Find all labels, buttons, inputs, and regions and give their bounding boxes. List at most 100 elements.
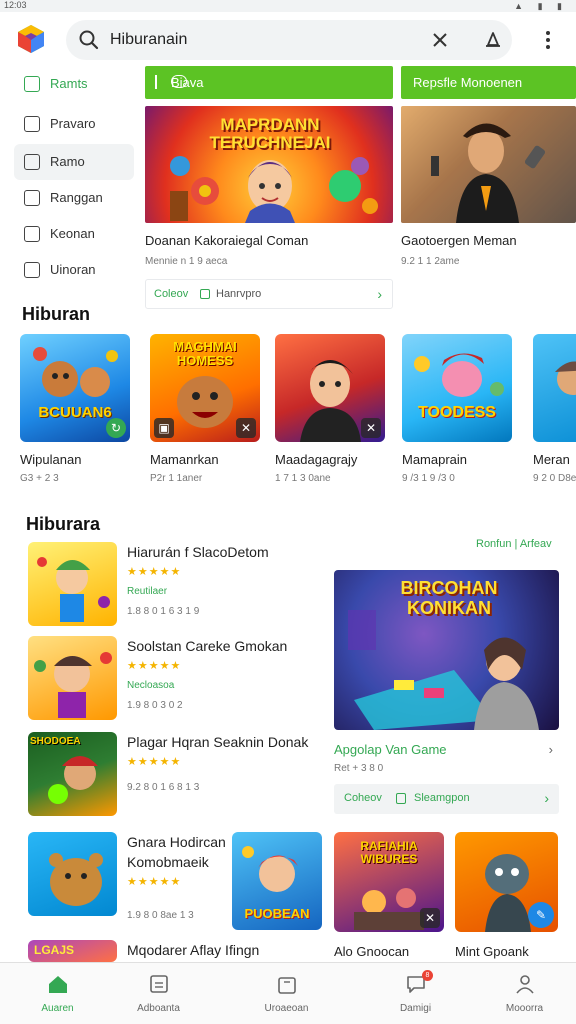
- nav-label: Mooorra: [505, 1003, 544, 1014]
- feature-title-text: Apgolap Van Game: [334, 742, 447, 757]
- list-item-title: Mqodarer Aflay Ifingn: [127, 940, 327, 960]
- pin-icon: [155, 75, 165, 89]
- list-item-meta: 1.9 8 0 3 0 2: [127, 700, 183, 711]
- game-tile[interactable]: RAFIAHIA WIBURES ✕ Alo Gnoocan: [334, 832, 444, 959]
- edit-icon: [24, 190, 40, 206]
- star-rating: ★★★★★: [127, 756, 182, 768]
- game-tile[interactable]: BCUUAN6 ↻ Wipulanan G3 + 2 3: [20, 334, 130, 484]
- game-artwork: [533, 334, 576, 442]
- banner-title: Doanan Kakoraiegal Coman: [145, 233, 309, 248]
- search-icon: [79, 30, 99, 50]
- list-item-meta: 1.9 8 0 8ae 1 3: [127, 910, 194, 921]
- game-name: Mamaprain: [402, 452, 468, 467]
- star-rating: ★★★★★: [127, 566, 182, 578]
- calendar-icon: [200, 289, 210, 299]
- game-name: Meran: [533, 452, 570, 467]
- sidebar-item-label: Pravaro: [50, 116, 96, 131]
- star-rating: ★★★★★: [127, 876, 182, 888]
- sidebar-item-keonan[interactable]: Keonan: [14, 216, 134, 252]
- sidebar-item-home[interactable]: Ramts: [14, 66, 134, 102]
- play-badge-icon: ↻: [106, 418, 126, 438]
- list-item-title: Plagar Hqran Seaknin Donak ★★★★★ 9.2 8 0…: [127, 732, 327, 798]
- game-tile[interactable]: TOODESS Mamaprain 9 /3 1 9 /3 0: [402, 334, 512, 484]
- banner-artwork[interactable]: [401, 106, 576, 223]
- sidebar-item-pravaro[interactable]: Pravaro: [14, 106, 134, 142]
- controller-icon: ▣: [154, 418, 174, 438]
- featured-game-card[interactable]: BIRCOHAN KONIKAN Apgolap Van Game › Ret …: [334, 570, 559, 814]
- feature-footer[interactable]: Coheov Sleamgpon ›: [334, 784, 559, 814]
- voice-search-icon[interactable]: [482, 29, 504, 51]
- game-artwork: BCUUAN6 ↻: [20, 334, 130, 442]
- chevron-right-icon[interactable]: ›: [549, 742, 553, 757]
- game-artwork: [28, 542, 117, 626]
- list-item-meta: 9.2 8 0 1 6 8 1 3: [127, 782, 200, 793]
- banner-footer[interactable]: Coleov Hanrvpro ›: [145, 279, 393, 309]
- nav-label: Auaren: [41, 1003, 74, 1014]
- game-tile[interactable]: ✎ Mint Gpoank: [455, 832, 558, 959]
- see-all-link[interactable]: Ronfun | Arfeav: [476, 538, 552, 550]
- banner-header: Repsfle Monoenen: [401, 66, 576, 99]
- game-illustration: [37, 557, 110, 622]
- game-tile[interactable]: Meran 9 2 0 D8e: [533, 334, 576, 484]
- list-item-title-text: Mqodarer Aflay Ifingn: [127, 942, 260, 958]
- nav-messages[interactable]: 8 Damigi: [358, 963, 473, 1024]
- apps-icon: [150, 975, 168, 993]
- game-illustration: [49, 853, 103, 906]
- game-art-title: MAGHMAI HOMESS: [173, 339, 237, 368]
- game-artwork: SHODOEA: [28, 732, 117, 816]
- top-bar: Hiburanain: [0, 14, 576, 66]
- search-input[interactable]: Hiburanain: [110, 31, 187, 49]
- status-time: 12:03: [4, 0, 27, 10]
- game-art-title: TOODESS: [418, 404, 496, 421]
- app-logo-icon[interactable]: [16, 24, 46, 54]
- list-item-title-text: Soolstan Careke Gmokan: [127, 638, 288, 654]
- grid-icon: [24, 116, 40, 132]
- nav-profile[interactable]: Mooorra: [467, 963, 576, 1024]
- sidebar-item-label: Uinoran: [50, 262, 96, 277]
- feature-footer-right: Sleamgpon: [414, 792, 470, 804]
- calendar-icon: [396, 793, 406, 804]
- nav-store[interactable]: Uroaeoan: [229, 963, 344, 1024]
- game-artwork: RAFIAHIA WIBURES ✕: [334, 832, 444, 932]
- profile-icon: [516, 975, 534, 994]
- banner-artwork[interactable]: MAPRDANN TERUCHNEJAI: [145, 106, 393, 223]
- list-item-tag: Reutilaer: [127, 586, 168, 597]
- clear-icon[interactable]: [430, 30, 450, 50]
- promo-banner-1[interactable]: Biava MAPRDANN TERUCHNEJAI Doanan Kakora…: [145, 66, 393, 312]
- game-name: Mint Gpoank: [455, 944, 529, 959]
- feature-art-title: BIRCOHAN KONIKAN: [400, 578, 498, 618]
- chat-bubble-icon: [171, 75, 187, 88]
- game-tile[interactable]: MAGHMAI HOMESS ▣ ✕ Mamanrkan P2r 1 1aner: [150, 334, 260, 484]
- list-item-title: Soolstan Careke Gmokan ★★★★★ Necloasoa 1…: [127, 636, 327, 716]
- game-artwork: TOODESS: [402, 334, 512, 442]
- wrench-icon: ✕: [361, 418, 381, 438]
- sidebar-item-uinoran[interactable]: Uinoran: [14, 252, 134, 288]
- chevron-right-icon[interactable]: ›: [377, 286, 382, 302]
- search-bar[interactable]: Hiburanain: [66, 20, 512, 60]
- edit-fab-icon[interactable]: ✎: [528, 902, 554, 928]
- section-title-hiburan: Hiburan: [22, 304, 91, 324]
- promo-banner-2[interactable]: Repsfle Monoenen Gaotoergen Meman 9.2 1 …: [401, 66, 576, 312]
- feature-title: Apgolap Van Game ›: [334, 742, 559, 757]
- list-icon: [24, 76, 40, 92]
- notification-badge: 8: [422, 970, 433, 981]
- game-tile[interactable]: PUOBEAN: [232, 832, 322, 930]
- game-artwork: LGAJS: [28, 940, 117, 962]
- sidebar-item-ramo[interactable]: Ramo: [14, 144, 134, 180]
- sidebar-item-ranggan[interactable]: Ranggan: [14, 180, 134, 216]
- game-tile[interactable]: ✕ Maadagagrajy 1 7 1 3 0ane: [275, 334, 385, 484]
- nav-apps[interactable]: Adboanta: [101, 963, 216, 1024]
- game-name: Mamanrkan: [150, 452, 219, 467]
- bag-icon: [278, 977, 296, 994]
- banner-meta: Mennie n 1 9 aeca: [145, 256, 228, 267]
- game-art-title: PUOBEAN: [244, 906, 310, 921]
- game-name: Wipulanan: [20, 452, 82, 467]
- chevron-right-icon[interactable]: ›: [544, 790, 549, 806]
- feature-footer-left: Coheov: [344, 792, 382, 804]
- nav-home[interactable]: Auaren: [0, 963, 115, 1024]
- more-options-icon[interactable]: [538, 28, 558, 52]
- banner-art-title: MAPRDANN TERUCHNEJAI: [209, 115, 331, 152]
- status-bar: 12:03 ▲ ▮ ▮: [0, 0, 576, 12]
- list-item-title-text: Plagar Hqran Seaknin Donak: [127, 734, 309, 750]
- game-artwork: ✕: [275, 334, 385, 442]
